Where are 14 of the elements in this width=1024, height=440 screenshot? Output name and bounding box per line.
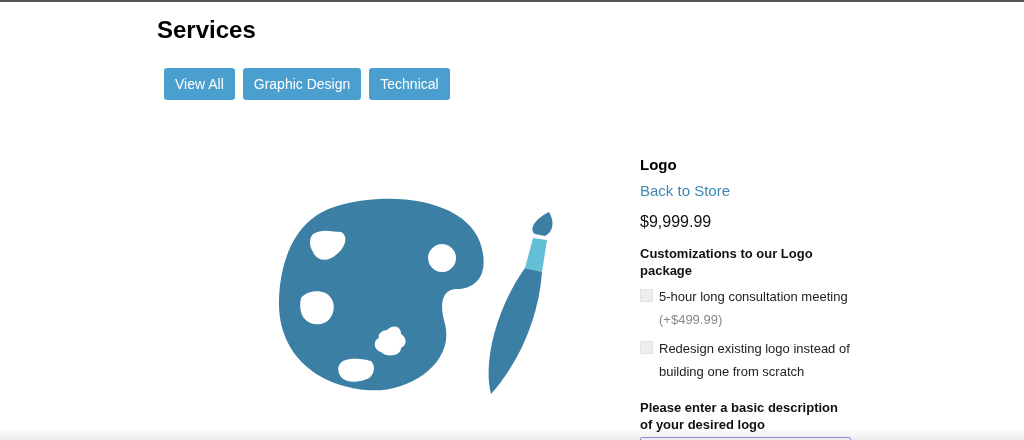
section-title: Customizations to our Logo package [640, 245, 814, 279]
option-label: 5-hour long consultation meeting [659, 289, 848, 304]
page-title: Services [157, 16, 256, 44]
filter-button[interactable]: Graphic Design [242, 68, 362, 100]
back-link[interactable]: Back to Store [640, 182, 731, 199]
option-label: Redesign existing logo instead of building one from scratch [659, 341, 850, 379]
checkbox[interactable] [640, 341, 653, 354]
checkbox[interactable] [640, 289, 653, 302]
field-label: Please enter a basic description of your desired logo [640, 399, 839, 433]
filter-button[interactable]: View All [164, 68, 235, 100]
filter-button[interactable]: Technical [369, 68, 450, 100]
option-price: (+$499.99) [659, 312, 723, 327]
product-price: $9,999.99 [640, 213, 712, 231]
product-name: Logo [640, 156, 677, 173]
